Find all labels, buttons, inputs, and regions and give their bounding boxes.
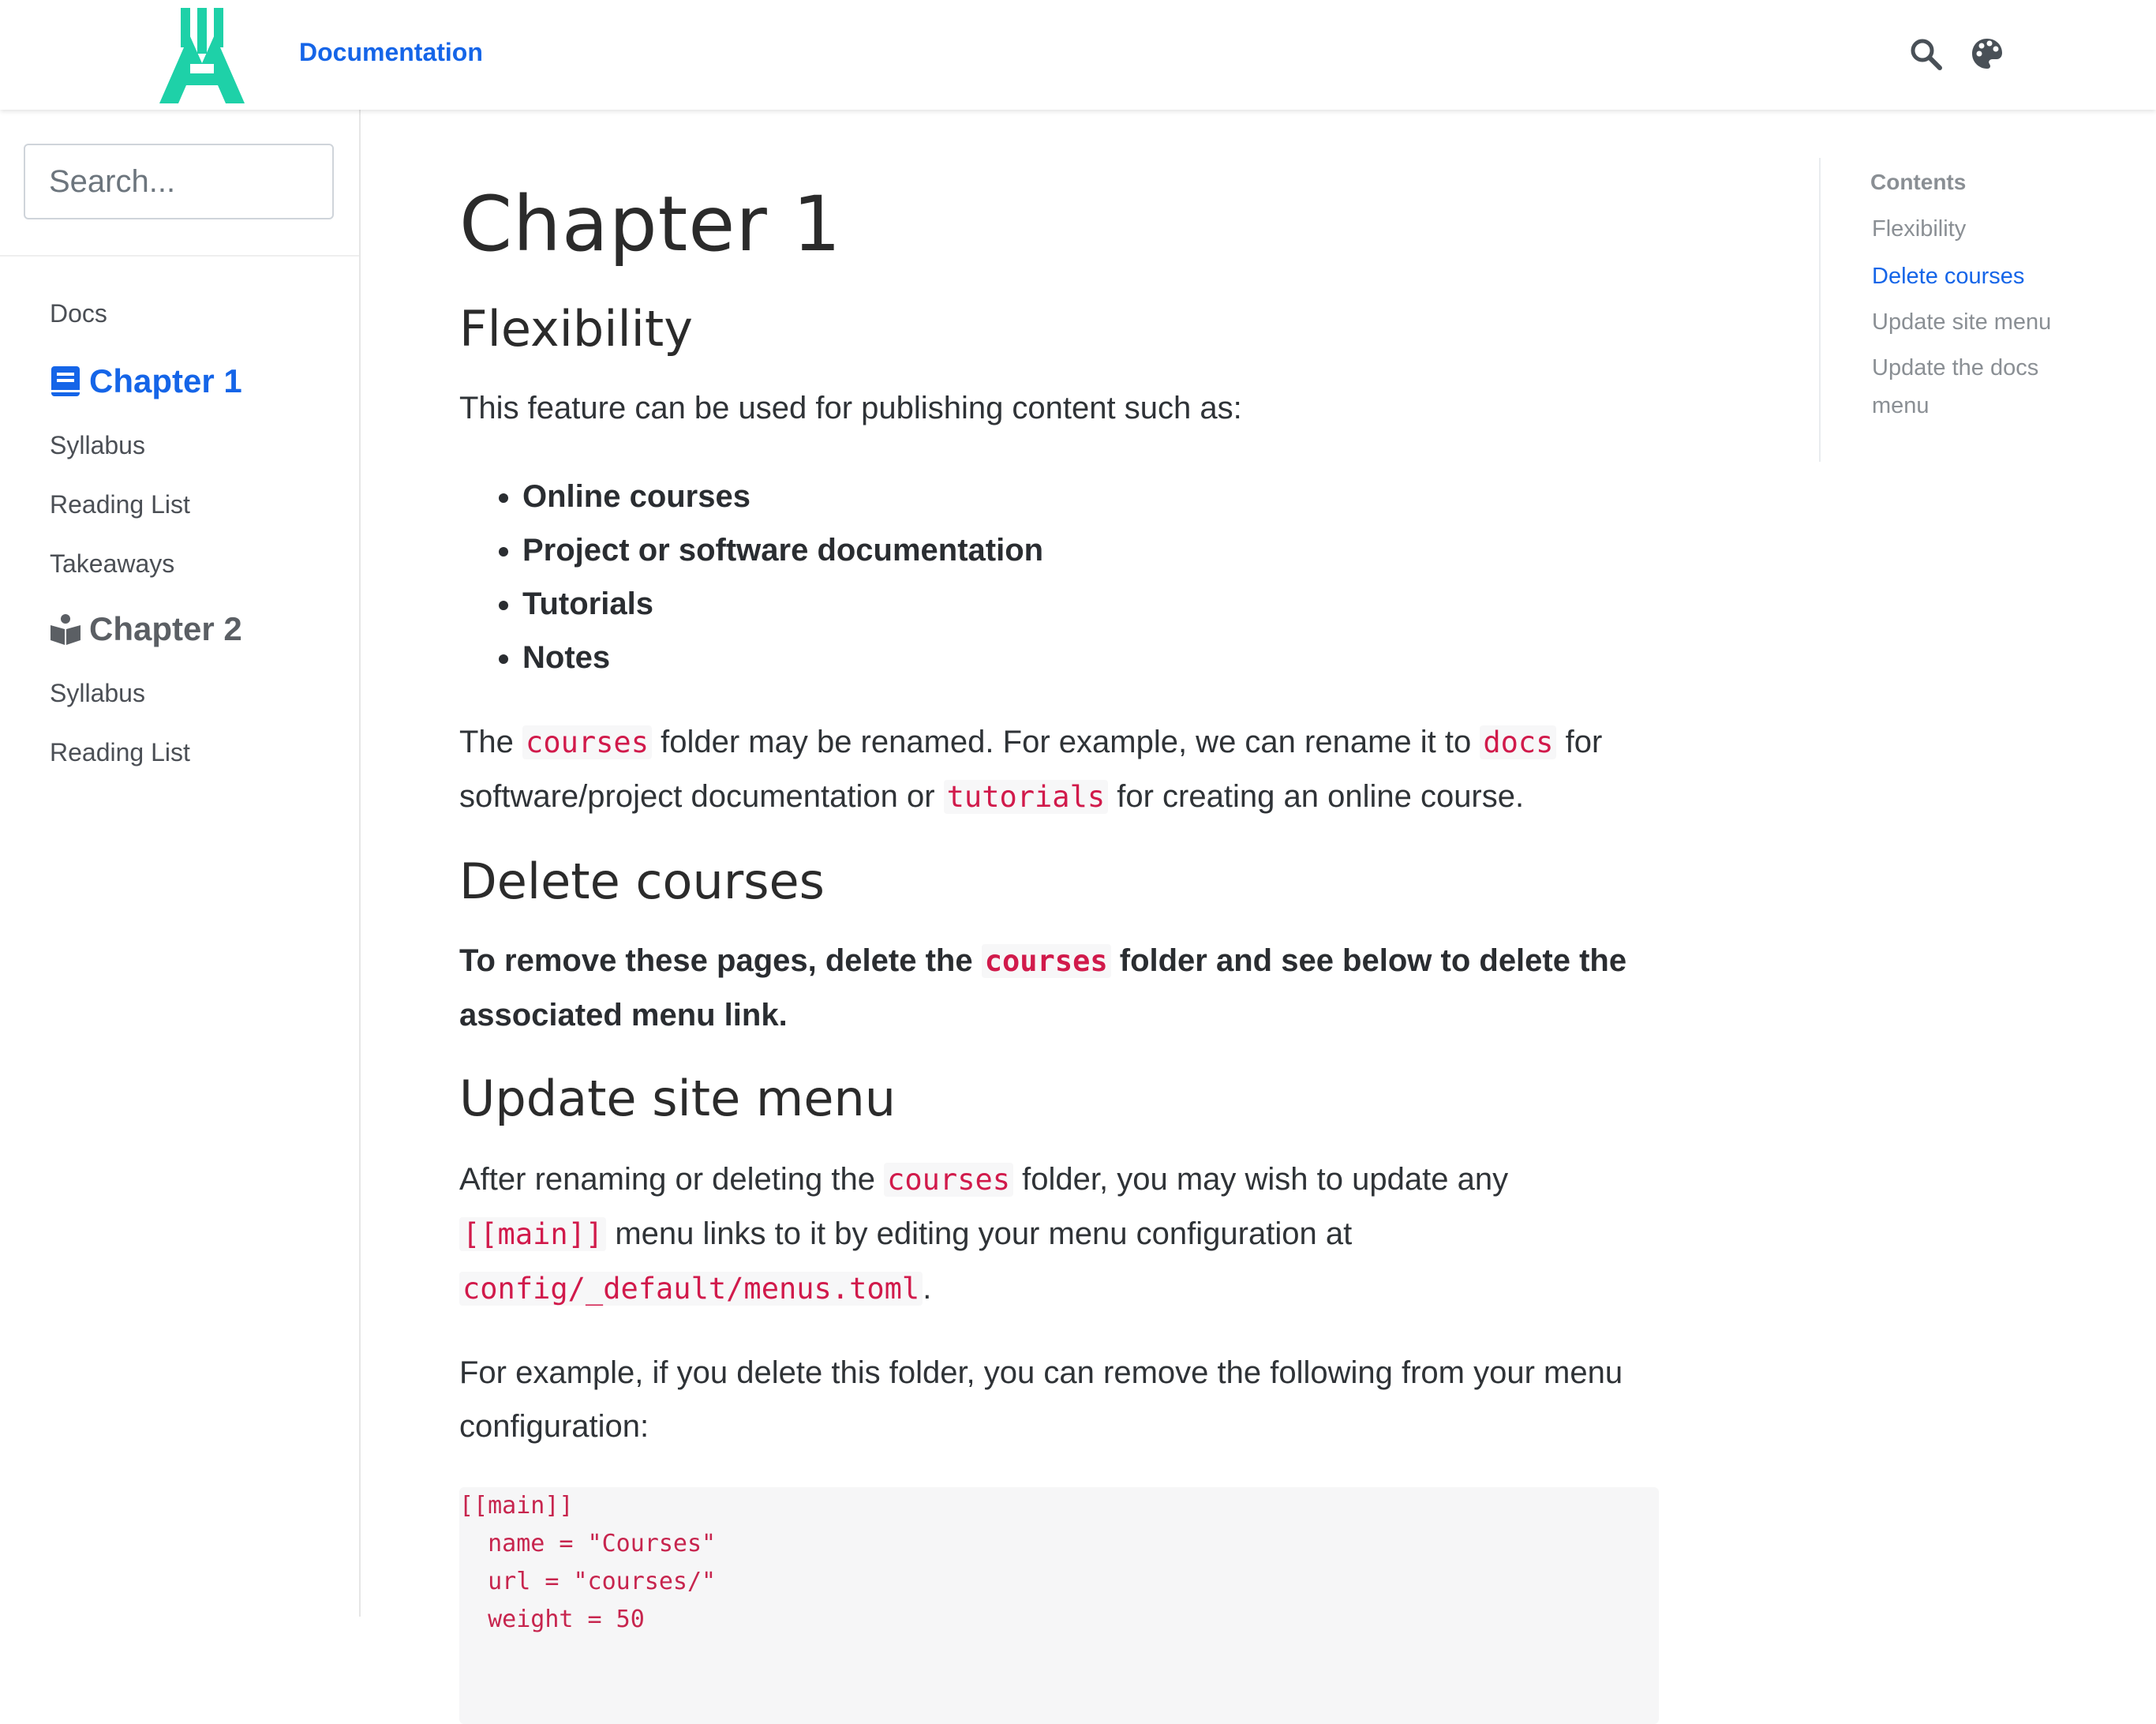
heading-delete-courses: Delete courses [459,853,825,910]
search-icon[interactable] [1908,36,1943,71]
delete-paragraph: To remove these pages, delete the course… [459,934,1659,1042]
inline-code: config/_default/menus.toml [459,1272,923,1306]
menu-code-block: [[main]] name = "Courses" url = "courses… [459,1487,1659,1724]
inline-code: courses [981,944,1111,978]
reader-icon [51,614,80,645]
sidebar: Docs Chapter 1 Syllabus Reading List Tak… [0,110,361,1617]
top-navbar: Documentation [0,0,2156,110]
flexibility-intro: This feature can be used for publishing … [459,391,1242,425]
palette-icon[interactable] [1970,36,2004,71]
sidebar-item-syllabus[interactable]: Syllabus [50,431,145,460]
list-item: Project or software documentation [522,523,1043,577]
sidebar-search-input[interactable] [24,144,334,219]
list-item: Notes [522,631,1043,684]
sidebar-item-takeaways[interactable]: Takeaways [50,549,174,579]
text: for creating an online course. [1108,779,1525,814]
inline-code: courses [522,725,652,759]
update-menu-paragraph: After renaming or deleting the courses f… [459,1152,1659,1316]
sidebar-item-syllabus[interactable]: Syllabus [50,679,145,708]
toc-link-update-site-menu[interactable]: Update site menu [1872,303,2081,341]
heading-flexibility: Flexibility [459,300,693,358]
text: menu links to it by editing your menu co… [606,1216,1353,1251]
example-paragraph: For example, if you delete this folder, … [459,1355,1623,1444]
sidebar-item-reading-list[interactable]: Reading List [50,738,190,767]
text: The [459,725,523,759]
inline-code: [[main]] [459,1217,607,1251]
sidebar-chapter-1-label: Chapter 1 [89,362,242,399]
heading-update-site-menu: Update site menu [459,1070,896,1127]
text: folder may be renamed. For example, we c… [651,725,1480,759]
sidebar-item-reading-list[interactable]: Reading List [50,490,190,519]
text: After renaming or deleting the [459,1162,885,1197]
rename-paragraph: The courses folder may be renamed. For e… [459,715,1659,824]
sidebar-chapter-2-label: Chapter 2 [89,610,242,647]
sidebar-search-area [0,110,359,257]
toc-title: Contents [1870,170,1967,194]
table-of-contents: Contents Flexibility Delete courses Upda… [1819,158,2081,462]
sidebar-chapter-2[interactable]: Chapter 2 [50,610,242,648]
inline-code: tutorials [943,780,1109,814]
list-item: Online courses [522,470,1043,523]
list-item: Tutorials [522,577,1043,631]
toc-link-delete-courses[interactable]: Delete courses [1872,257,2081,295]
inline-code: docs [1480,725,1557,759]
feature-list: Online courses Project or software docum… [459,470,1043,684]
sidebar-chapter-1[interactable]: Chapter 1 [50,362,242,400]
toc-link-flexibility[interactable]: Flexibility [1872,210,2081,248]
text: folder, you may wish to update any [1013,1162,1509,1197]
book-icon [51,366,80,396]
site-logo[interactable] [158,8,246,103]
sidebar-item-docs[interactable]: Docs [50,299,107,328]
text: To remove these pages, delete the [459,943,982,978]
inline-code: courses [884,1163,1014,1197]
text: . [923,1271,932,1306]
nav-documentation-link[interactable]: Documentation [299,38,483,67]
page-title: Chapter 1 [459,180,842,268]
toc-link-update-docs-menu[interactable]: Update the docs menu [1872,349,2081,425]
